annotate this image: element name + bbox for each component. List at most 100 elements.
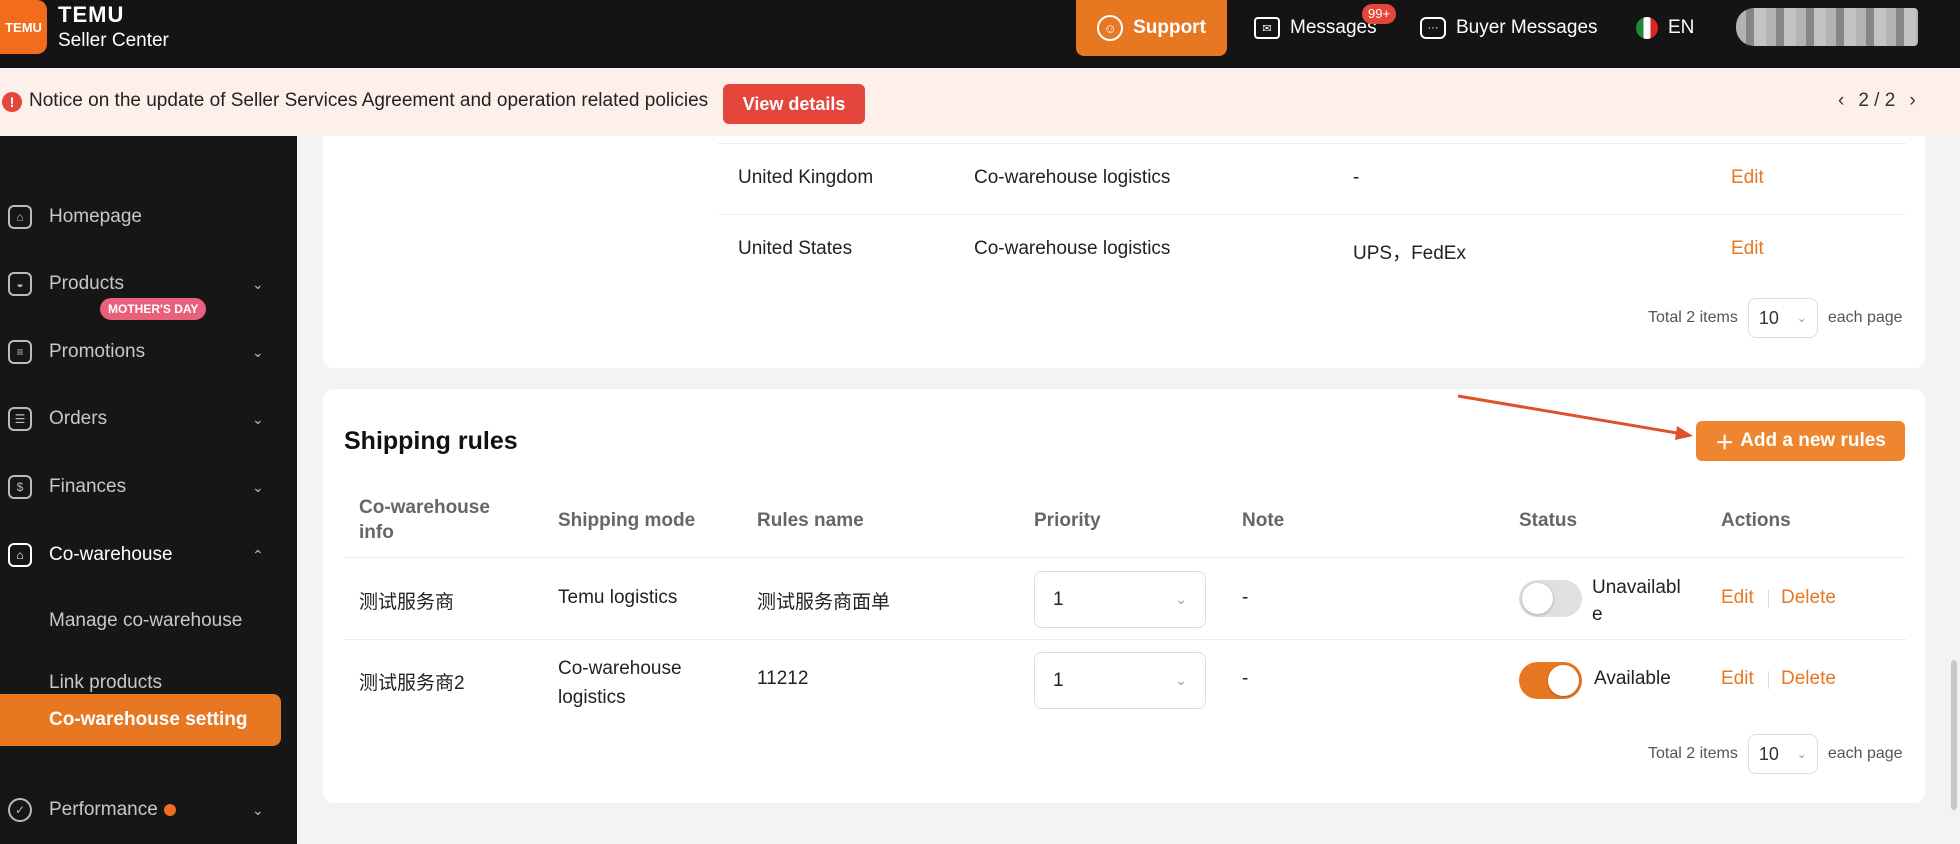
sidebar-item-label: Co-warehouse — [49, 544, 173, 565]
edit-link[interactable]: Edit — [1731, 167, 1764, 189]
carriers-cell: UPS，FedEx — [1353, 243, 1466, 264]
page-size-value: 10 — [1758, 307, 1779, 328]
mode-cell: Co-warehouse logistics — [558, 658, 682, 708]
sidebar-item-label: Promotions — [49, 341, 146, 362]
warehouse-icon: ⌂ — [8, 543, 32, 567]
column-header: Co-warehouse info — [359, 497, 490, 543]
row-divider — [718, 143, 1906, 144]
sidebar-item-label: Orders — [49, 408, 108, 429]
section-title: Shipping rules — [344, 427, 518, 455]
note-cell: - — [1242, 587, 1249, 608]
chevron-down-icon: ⌄ — [1796, 311, 1807, 325]
total-items: Total 2 items — [1648, 309, 1738, 326]
view-details-button[interactable]: View details — [723, 84, 865, 124]
ticket-icon: ≡ — [8, 340, 32, 364]
priority-select[interactable]: 1 ⌄ — [1034, 571, 1206, 628]
toggle-knob — [1522, 583, 1553, 614]
chevron-right-icon[interactable]: › — [1909, 90, 1915, 112]
priority-value: 1 — [1053, 669, 1064, 691]
top-bar: TEMU TEMU Seller Center ☺ Support ✉ Mess… — [0, 0, 1960, 68]
scrollbar-thumb[interactable] — [1951, 660, 1957, 810]
buyer-messages-button[interactable]: ··· Buyer Messages — [1420, 14, 1598, 42]
messages-badge: 99+ — [1362, 4, 1397, 24]
priority-value: 1 — [1053, 588, 1064, 610]
chevron-up-icon: ⌃ — [252, 546, 264, 563]
chevron-down-icon: ⌄ — [252, 801, 264, 818]
notice-page: 2 / 2 — [1858, 90, 1896, 111]
page-size-select[interactable]: 10 ⌄ — [1747, 734, 1818, 774]
carriers-cell: - — [1353, 167, 1360, 188]
chevron-down-icon: ⌄ — [1175, 591, 1187, 607]
info-cell: 测试服务商2 — [359, 673, 465, 694]
action-separator — [1768, 590, 1769, 608]
chevron-down-icon: ⌄ — [252, 478, 264, 495]
each-page-label: each page — [1827, 309, 1903, 326]
sidebar: ⌂ Homepage ◒ Products ⌄ ≡ Promotions ⌄ M… — [0, 136, 297, 844]
messages-button[interactable]: ✉ Messages — [1254, 14, 1377, 42]
logo-text: TEMU — [5, 19, 42, 35]
delete-link[interactable]: Delete — [1781, 587, 1836, 609]
brand: TEMU Seller Center — [58, 2, 169, 52]
headset-icon: ☺ — [1097, 15, 1124, 41]
row-divider — [344, 639, 1906, 640]
sidebar-subitem-co-warehouse-setting[interactable]: Co-warehouse setting — [0, 694, 281, 746]
plus-icon: ＋ — [1715, 432, 1735, 454]
edit-link[interactable]: Edit — [1721, 668, 1754, 690]
sidebar-item-performance[interactable]: ✓ Performance ⌄ — [0, 785, 297, 835]
page-size-select[interactable]: 10 ⌄ — [1747, 298, 1818, 338]
buyer-messages-label: Buyer Messages — [1456, 17, 1598, 38]
status-label: Available — [1594, 668, 1671, 689]
home-icon: ⌂ — [8, 205, 32, 229]
notice-bar: ! Notice on the update of Seller Service… — [0, 68, 1960, 136]
support-button[interactable]: ☺ Support — [1076, 0, 1227, 56]
chat-icon: ··· — [1420, 17, 1446, 39]
annotation-arrow — [1457, 394, 1693, 440]
performance-label-wrap: Performance — [49, 799, 176, 821]
chart-icon: ✓ — [8, 798, 32, 822]
list-icon: ☰ — [8, 407, 32, 431]
status-toggle[interactable] — [1519, 662, 1582, 699]
status-label: Unavailable — [1592, 577, 1681, 625]
account-avatar[interactable] — [1736, 8, 1918, 46]
sidebar-item-homepage[interactable]: ⌂ Homepage — [0, 192, 297, 242]
delete-link[interactable]: Delete — [1781, 668, 1836, 690]
note-cell: - — [1242, 668, 1249, 689]
edit-link[interactable]: Edit — [1731, 238, 1764, 260]
promo-badge: MOTHER'S DAY — [100, 298, 207, 320]
sidebar-item-promotions[interactable]: ≡ Promotions ⌄ — [0, 327, 297, 377]
language-selector[interactable]: EN — [1636, 14, 1694, 42]
each-page-label: each page — [1827, 745, 1903, 762]
page-size-value: 10 — [1758, 743, 1779, 764]
sidebar-item-label: Performance — [49, 799, 158, 820]
notification-dot — [163, 803, 176, 816]
priority-select[interactable]: 1 ⌄ — [1034, 652, 1206, 709]
sidebar-subitem-manage-co-warehouse[interactable]: Manage co-warehouse — [0, 596, 281, 646]
country-cell: United States — [738, 238, 853, 259]
bag-icon: ◒ — [8, 272, 32, 296]
support-label: Support — [1133, 17, 1206, 38]
logistics-pagination: Total 2 items 10 ⌄ each page — [1648, 298, 1903, 338]
brand-subtitle: Seller Center — [58, 30, 169, 51]
notice-pager: ‹ 2 / 2 › — [1838, 90, 1916, 112]
row-divider — [344, 557, 1906, 558]
temu-logo[interactable]: TEMU — [0, 0, 47, 54]
chevron-left-icon[interactable]: ‹ — [1838, 90, 1844, 112]
chevron-down-icon: ⌄ — [252, 275, 264, 292]
rule-name-cell: 11212 — [757, 668, 809, 689]
sidebar-item-orders[interactable]: ☰ Orders ⌄ — [0, 394, 297, 444]
edit-link[interactable]: Edit — [1721, 587, 1754, 609]
status-toggle[interactable] — [1519, 580, 1582, 617]
country-cell: United Kingdom — [738, 167, 874, 188]
sidebar-item-label: Homepage — [49, 206, 142, 227]
info-cell: 测试服务商 — [359, 592, 455, 613]
sidebar-item-finances[interactable]: $ Finances ⌄ — [0, 462, 297, 512]
chevron-down-icon: ⌄ — [252, 343, 264, 360]
mode-cell: Co-warehouse logistics — [974, 167, 1171, 188]
rules-pagination: Total 2 items 10 ⌄ each page — [1648, 734, 1903, 774]
chevron-down-icon: ⌄ — [1175, 672, 1187, 688]
total-items: Total 2 items — [1648, 745, 1738, 762]
mode-cell: Co-warehouse logistics — [974, 238, 1171, 259]
add-rule-button[interactable]: ＋ Add a new rules — [1696, 421, 1905, 461]
sidebar-item-co-warehouse[interactable]: ⌂ Co-warehouse ⌃ — [0, 530, 297, 580]
column-header: Shipping mode — [558, 510, 696, 531]
